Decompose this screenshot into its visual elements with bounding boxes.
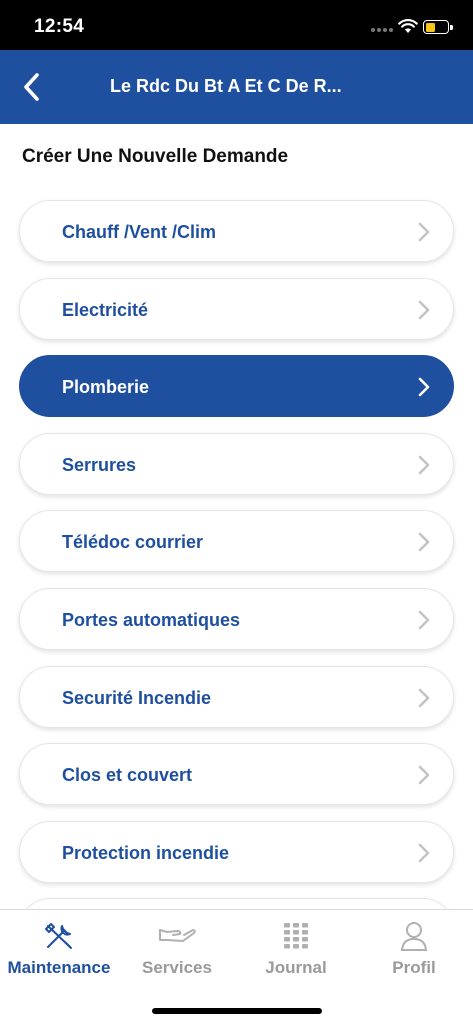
category-label: Electricité [62, 300, 149, 320]
grid-icon [279, 920, 313, 952]
category-item[interactable]: Serrures [19, 433, 454, 495]
wifi-icon [398, 19, 418, 33]
chevron-right-icon [418, 843, 430, 863]
chevron-right-icon [418, 765, 430, 785]
category-label: Serrures [62, 455, 137, 475]
user-icon [397, 920, 431, 952]
section-heading: Créer Une Nouvelle Demande [22, 146, 289, 167]
status-time: 12:54 [34, 16, 85, 37]
category-item[interactable]: Securité Incendie [19, 666, 454, 728]
category-item[interactable]: Télédoc courrier [19, 510, 454, 572]
category-label: Protection incendie [62, 843, 230, 863]
category-item[interactable]: Chauff /Vent /Clim [19, 200, 454, 262]
chevron-right-icon [418, 532, 430, 552]
tab-services[interactable]: Services [118, 910, 236, 990]
chevron-right-icon [418, 300, 430, 320]
category-item[interactable]: Portes automatiques [19, 588, 454, 650]
chevron-right-icon [418, 688, 430, 708]
home-indicator [152, 1008, 322, 1014]
tab-journal[interactable]: Journal [237, 910, 355, 990]
category-label: Télédoc courrier [62, 532, 204, 552]
category-item[interactable]: Plomberie [19, 355, 454, 417]
tab-label: Maintenance [7, 958, 111, 977]
tab-label: Services [142, 958, 212, 977]
back-button[interactable] [14, 66, 50, 108]
category-label: Securité Incendie [62, 688, 212, 708]
category-label: Plomberie [62, 377, 150, 397]
tab-profil[interactable]: Profil [355, 910, 473, 990]
category-label: Clos et couvert [62, 765, 193, 785]
battery-icon [423, 20, 453, 34]
page-title: Le Rdc Du Bt A Et C De R... [110, 76, 342, 96]
status-bar: 12:54 [0, 0, 473, 50]
category-label: Chauff /Vent /Clim [62, 222, 217, 242]
chevron-right-icon [418, 222, 430, 242]
category-item[interactable]: Electricité [19, 278, 454, 340]
hand-icon [157, 920, 197, 952]
signal-icon [371, 28, 395, 34]
chevron-right-icon [418, 610, 430, 630]
chevron-left-icon [24, 73, 39, 101]
tab-maintenance[interactable]: Maintenance [0, 910, 118, 990]
tab-label: Profil [392, 958, 436, 977]
header-bar: Le Rdc Du Bt A Et C De R... [0, 50, 473, 124]
category-label: Portes automatiques [62, 610, 241, 630]
category-item[interactable]: Clos et couvert [19, 743, 454, 805]
category-item[interactable]: Protection incendie [19, 821, 454, 883]
tab-bar: Maintenance Services Journal Profil [0, 909, 473, 1024]
chevron-right-icon [418, 455, 430, 475]
tools-icon [42, 920, 76, 952]
tab-label: Journal [265, 958, 327, 977]
chevron-right-icon [418, 377, 430, 397]
